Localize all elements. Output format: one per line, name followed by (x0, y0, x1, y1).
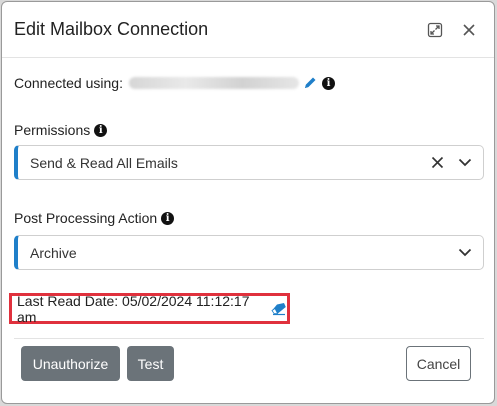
redacted-email (128, 77, 299, 89)
cancel-button[interactable]: Cancel (406, 346, 471, 381)
last-read-date-highlight: Last Read Date: 05/02/2024 11:12:17 am (9, 292, 290, 325)
edit-mailbox-dialog: Edit Mailbox Connection Connected using:… (1, 1, 495, 404)
permissions-label: Permissions (14, 122, 91, 138)
eraser-icon[interactable] (271, 301, 287, 317)
chevron-down-icon[interactable] (457, 245, 473, 261)
permissions-label-row: Permissions i (14, 122, 108, 138)
post-processing-label-row: Post Processing Action i (14, 210, 175, 226)
footer-divider (14, 338, 484, 339)
connected-using-row: Connected using: i (14, 73, 335, 93)
expand-icon[interactable] (425, 20, 445, 40)
info-icon[interactable]: i (94, 123, 108, 137)
unauthorize-button[interactable]: Unauthorize (21, 346, 120, 381)
last-read-date-text: Last Read Date: 05/02/2024 11:12:17 am (17, 292, 250, 325)
pencil-icon[interactable] (302, 75, 318, 91)
post-processing-select[interactable]: Archive (14, 235, 484, 270)
test-button[interactable]: Test (127, 346, 174, 381)
post-processing-label: Post Processing Action (14, 210, 158, 226)
x-icon[interactable] (429, 155, 445, 171)
post-processing-value: Archive (30, 244, 77, 261)
info-icon[interactable]: i (321, 76, 335, 90)
close-icon[interactable] (459, 20, 479, 40)
dialog-header: Edit Mailbox Connection (2, 2, 494, 58)
chevron-down-icon[interactable] (457, 155, 473, 171)
info-icon[interactable]: i (161, 211, 175, 225)
permissions-value: Send & Read All Emails (30, 154, 178, 171)
dialog-title: Edit Mailbox Connection (14, 19, 209, 39)
permissions-select[interactable]: Send & Read All Emails (14, 145, 484, 180)
connected-using-label: Connected using: (14, 75, 123, 91)
